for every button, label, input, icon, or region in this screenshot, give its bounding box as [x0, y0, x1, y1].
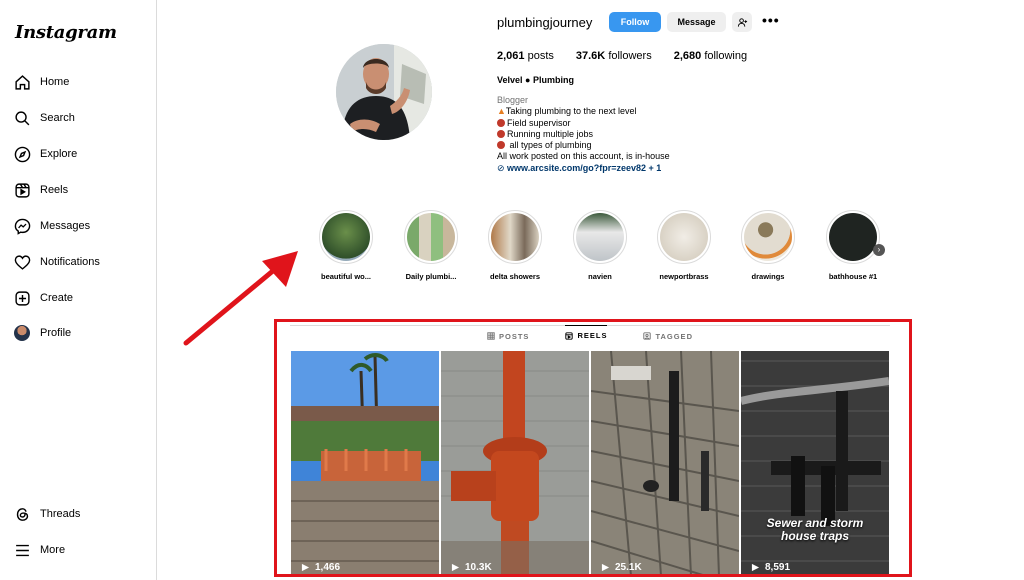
highlight-cover [576, 213, 624, 261]
sidebar-item-threads[interactable]: Threads [14, 503, 80, 525]
following-stat[interactable]: 2,680 following [674, 50, 747, 62]
instagram-logo[interactable]: Instagram [15, 22, 117, 43]
heart-icon [14, 254, 31, 270]
highlight-label: newportbrass [659, 272, 709, 281]
highlight-item[interactable]: delta showers [482, 210, 548, 281]
compass-icon [14, 146, 31, 162]
profile-stats: 2,061 posts 37.6K followers 2,680 follow… [497, 50, 769, 62]
bio-line: Taking plumbing to the next level [505, 106, 637, 117]
red-circle-icon [497, 129, 505, 138]
annotation-red-arrow [183, 251, 298, 346]
options-more-icon[interactable]: ••• [762, 12, 780, 28]
sidebar-item-label: Profile [40, 327, 72, 339]
profile-category: Blogger [497, 95, 529, 105]
bio-link[interactable]: www.arcsite.com/go?fpr=zeev82 + 1 [507, 163, 661, 173]
sidebar-item-label: Create [40, 292, 74, 304]
sidebar-item-label: Search [40, 112, 75, 124]
highlight-label: delta showers [489, 272, 541, 281]
avatar [14, 325, 30, 341]
sidebar-item-more[interactable]: More [14, 539, 65, 561]
following-label: following [704, 50, 748, 62]
messenger-icon [14, 218, 31, 235]
annotation-red-box [274, 319, 912, 577]
search-icon [15, 110, 30, 125]
sidebar-item-label: Reels [40, 184, 69, 196]
message-button[interactable]: Message [667, 12, 726, 32]
highlight-cover [660, 213, 708, 261]
sidebar-item-label: Notifications [40, 256, 100, 268]
highlights-next-button[interactable]: › [873, 244, 885, 256]
threads-icon [16, 507, 29, 521]
profile-avatar[interactable] [336, 44, 432, 140]
following-count: 2,680 [673, 50, 702, 62]
bio-line: all types of plumbing [507, 140, 592, 151]
menu-icon [16, 544, 29, 556]
sidebar-item-reels[interactable]: Reels [14, 179, 68, 201]
reels-icon [15, 182, 30, 198]
sidebar-item-profile[interactable]: Profile [14, 322, 71, 344]
followers-label: followers [608, 50, 652, 62]
profile-display-name: Velvel ● Plumbing [497, 75, 574, 85]
sidebar-item-label: Explore [40, 148, 78, 160]
highlight-item[interactable]: drawings [735, 210, 801, 281]
bio-line: All work posted on this account, is in-h… [497, 151, 670, 162]
highlight-cover [322, 213, 370, 261]
home-icon [15, 74, 30, 90]
sidebar-item-label: More [40, 544, 66, 556]
sidebar-item-label: Threads [40, 508, 81, 520]
sidebar-item-label: Home [40, 76, 70, 88]
highlight-item[interactable]: newportbrass [651, 210, 717, 281]
posts-count: 2,061 [497, 50, 525, 62]
followers-stat[interactable]: 37.6K followers [576, 50, 652, 62]
highlight-label: drawings [751, 272, 785, 281]
posts-stat: 2,061 posts [497, 50, 554, 62]
fire-icon: ▲ [497, 106, 506, 117]
red-circle-icon [497, 118, 505, 127]
profile-username: plumbingjourney [497, 15, 593, 30]
profile-bio: Blogger ▲Taking plumbing to the next lev… [497, 95, 670, 174]
sidebar-item-create[interactable]: Create [14, 287, 73, 309]
highlight-cover [829, 213, 877, 261]
sidebar: Instagram Home Search Explore Reels Mess… [0, 0, 157, 580]
highlight-cover [744, 213, 792, 261]
sidebar-item-search[interactable]: Search [14, 107, 75, 129]
sidebar-item-label: Messages [40, 220, 91, 232]
follow-button[interactable]: Follow [609, 12, 661, 32]
plus-square-icon [15, 290, 30, 306]
highlight-cover [407, 213, 455, 261]
sidebar-item-explore[interactable]: Explore [14, 143, 77, 165]
highlight-label: beautiful wo... [321, 272, 371, 281]
sidebar-item-messages[interactable]: Messages [14, 215, 90, 237]
bio-line: Running multiple jobs [507, 128, 594, 139]
highlight-item[interactable]: Daily plumbi... [398, 210, 464, 281]
sidebar-item-home[interactable]: Home [14, 71, 69, 93]
highlight-item[interactable]: navien [567, 210, 633, 281]
highlight-label: bathhouse #1 [828, 272, 878, 281]
red-circle-icon [497, 141, 505, 150]
highlight-label: navien [588, 272, 612, 281]
highlight-label: Daily plumbi... [405, 272, 457, 281]
highlight-cover [491, 213, 539, 261]
highlight-item[interactable]: beautiful wo... [313, 210, 379, 281]
bio-line: Field supervisor [507, 117, 571, 128]
link-icon: ⊘ [497, 162, 508, 173]
sidebar-item-notifications[interactable]: Notifications [14, 251, 100, 273]
suggested-accounts-button[interactable] [732, 12, 752, 32]
posts-label: posts [527, 50, 554, 62]
followers-count: 37.6K [575, 50, 606, 62]
add-user-icon [737, 17, 747, 27]
